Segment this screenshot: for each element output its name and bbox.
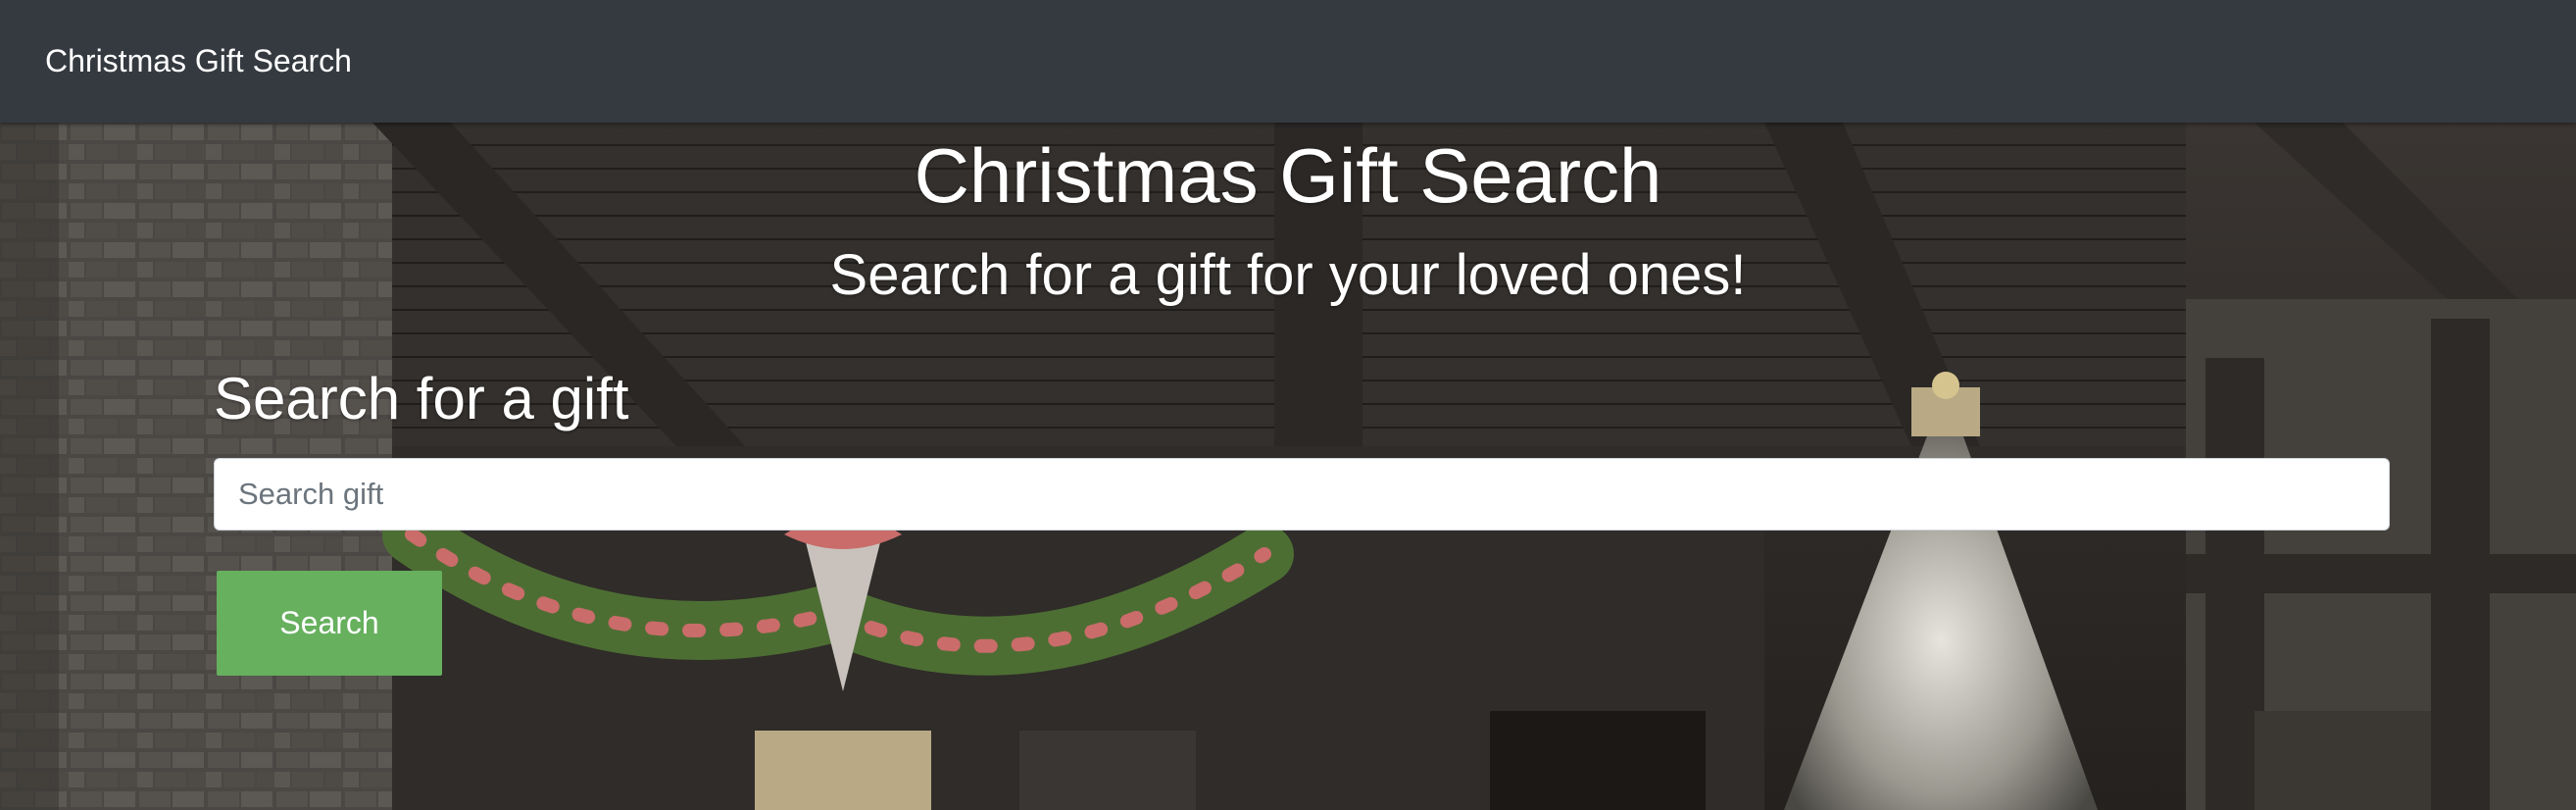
search-gift-input[interactable] (214, 458, 2390, 531)
search-content: Christmas Gift Search Search for a gift … (0, 123, 2576, 810)
hero-section: Christmas Gift Search Search for a gift … (0, 123, 2576, 810)
navbar: Christmas Gift Search (0, 0, 2576, 123)
search-section-label: Search for a gift (214, 366, 629, 431)
navbar-brand-link[interactable]: Christmas Gift Search (45, 43, 352, 79)
page-title: Christmas Gift Search (914, 132, 1662, 219)
search-button[interactable]: Search (217, 571, 442, 676)
page-subtitle: Search for a gift for your loved ones! (829, 243, 1747, 307)
